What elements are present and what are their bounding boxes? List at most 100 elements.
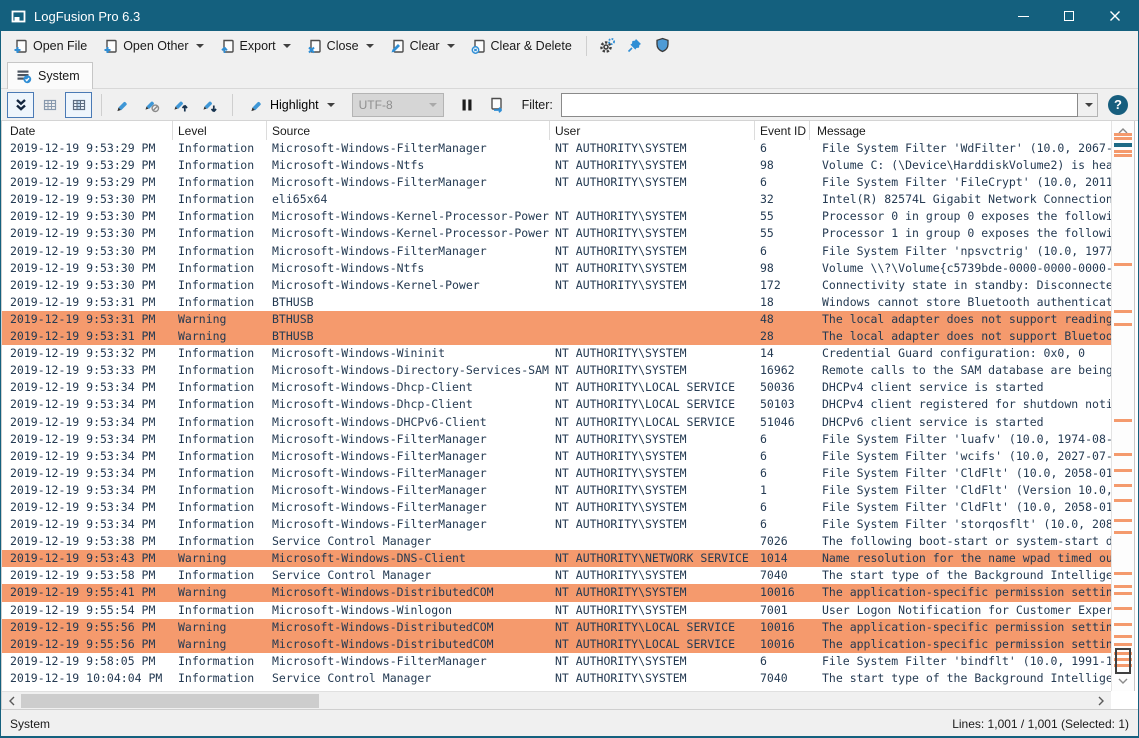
vertical-scrollbar-thumb[interactable] xyxy=(1115,648,1131,674)
cell-event-id: 55 xyxy=(755,208,810,225)
table-row[interactable]: 2019-12-19 9:53:34 PMInformationMicrosof… xyxy=(2,396,1111,413)
table-row[interactable]: 2019-12-19 9:55:41 PMWarningMicrosoft-Wi… xyxy=(2,584,1111,601)
table-row[interactable]: 2019-12-19 9:53:34 PMInformationMicrosof… xyxy=(2,465,1111,482)
pause-button[interactable] xyxy=(454,92,481,118)
settings-button[interactable] xyxy=(593,33,621,58)
scroll-mark-warning xyxy=(1114,499,1132,502)
table-row[interactable]: 2019-12-19 9:55:56 PMWarningMicrosoft-Wi… xyxy=(2,619,1111,636)
disable-highlight-button[interactable] xyxy=(138,92,165,118)
tab-system[interactable]: System xyxy=(7,62,93,89)
log-source-icon xyxy=(16,68,32,84)
table-row[interactable]: 2019-12-19 9:53:43 PMWarningMicrosoft-Wi… xyxy=(2,550,1111,567)
horizontal-scrollbar[interactable] xyxy=(2,691,1111,709)
column-header-user[interactable]: User xyxy=(550,121,755,140)
clear-label: Clear xyxy=(410,39,440,53)
chevron-left-icon xyxy=(9,696,15,706)
scroll-left-button[interactable] xyxy=(4,692,20,709)
table-row[interactable]: 2019-12-19 9:53:29 PMInformationMicrosof… xyxy=(2,140,1111,157)
cell-source: Microsoft-Windows-DHCPv6-Client xyxy=(267,414,550,431)
table-row[interactable]: 2019-12-19 9:53:31 PMWarningBTHUSB28The … xyxy=(2,328,1111,345)
minimize-button[interactable] xyxy=(1000,1,1046,31)
table-row[interactable]: 2019-12-19 9:53:34 PMInformationMicrosof… xyxy=(2,379,1111,396)
status-bar: System Lines: 1,001 / 1,001 (Selected: 1… xyxy=(1,709,1138,737)
filter-dropdown-button[interactable] xyxy=(1078,93,1098,117)
table-row[interactable]: 2019-12-19 9:53:34 PMInformationMicrosof… xyxy=(2,499,1111,516)
column-header-message[interactable]: Message xyxy=(810,121,1111,140)
table-row[interactable]: 2019-12-19 9:55:56 PMWarningMicrosoft-Wi… xyxy=(2,636,1111,653)
shield-button[interactable] xyxy=(649,33,677,58)
column-header-level[interactable]: Level xyxy=(173,121,267,140)
column-header-date[interactable]: Date xyxy=(2,121,173,140)
cell-source: Microsoft-Windows-DistributedCOM xyxy=(267,619,550,636)
table-row[interactable]: 2019-12-19 9:53:30 PMInformationMicrosof… xyxy=(2,260,1111,277)
cell-level: Information xyxy=(173,294,267,311)
column-header-source[interactable]: Source xyxy=(267,121,550,140)
pause-icon xyxy=(460,98,474,112)
table-row[interactable]: 2019-12-19 9:53:30 PMInformationeli65x64… xyxy=(2,191,1111,208)
table-row[interactable]: 2019-12-19 9:53:31 PMInformationBTHUSB18… xyxy=(2,294,1111,311)
cell-source: Microsoft-Windows-DistributedCOM xyxy=(267,636,550,653)
horizontal-scrollbar-thumb[interactable] xyxy=(21,694,319,708)
auto-scroll-button[interactable] xyxy=(7,92,34,118)
cell-date: 2019-12-19 9:53:34 PM xyxy=(2,516,173,533)
open-file-button[interactable]: Open File xyxy=(5,33,95,58)
table-row[interactable]: 2019-12-19 10:04:04 PMInformationService… xyxy=(2,670,1111,687)
table-row[interactable]: 2019-12-19 9:53:30 PMInformationMicrosof… xyxy=(2,208,1111,225)
table-row[interactable]: 2019-12-19 9:53:58 PMInformationService … xyxy=(2,567,1111,584)
grid-view-button[interactable] xyxy=(36,92,63,118)
cell-message: Remote calls to the SAM database are bei… xyxy=(810,362,1111,379)
table-row[interactable]: 2019-12-19 9:55:54 PMInformationMicrosof… xyxy=(2,602,1111,619)
cell-level: Information xyxy=(173,567,267,584)
clear-button[interactable]: Clear xyxy=(382,33,463,58)
maximize-button[interactable] xyxy=(1046,1,1092,31)
highlight-menu-button[interactable]: Highlight xyxy=(240,92,344,118)
table-row[interactable]: 2019-12-19 9:53:34 PMInformationMicrosof… xyxy=(2,516,1111,533)
clear-delete-button[interactable]: Clear & Delete xyxy=(463,33,580,58)
help-button[interactable]: ? xyxy=(1108,95,1128,115)
follow-tail-button[interactable] xyxy=(483,92,510,118)
close-log-button[interactable]: Close xyxy=(299,33,382,58)
scroll-down-button[interactable] xyxy=(1112,673,1134,689)
close-button[interactable] xyxy=(1092,1,1138,31)
cell-event-id: 50103 xyxy=(755,396,810,413)
table-row[interactable]: 2019-12-19 9:53:34 PMInformationMicrosof… xyxy=(2,431,1111,448)
vertical-scrollbar[interactable] xyxy=(1111,121,1135,691)
filter-input[interactable] xyxy=(561,93,1078,117)
prev-highlight-button[interactable] xyxy=(167,92,194,118)
column-header-event-id[interactable]: Event ID xyxy=(755,121,810,140)
minimize-icon xyxy=(1018,16,1029,17)
open-other-button[interactable]: Open Other xyxy=(95,33,211,58)
table-row[interactable]: 2019-12-19 9:53:31 PMWarningBTHUSB48The … xyxy=(2,311,1111,328)
cell-source: Microsoft-Windows-Ntfs xyxy=(267,260,550,277)
table-row[interactable]: 2019-12-19 9:53:29 PMInformationMicrosof… xyxy=(2,157,1111,174)
table-row[interactable]: 2019-12-19 9:53:34 PMInformationMicrosof… xyxy=(2,414,1111,431)
cell-user: NT AUTHORITY\SYSTEM xyxy=(550,431,755,448)
table-row[interactable]: 2019-12-19 9:53:32 PMInformationMicrosof… xyxy=(2,345,1111,362)
cell-user: NT AUTHORITY\SYSTEM xyxy=(550,567,755,584)
scroll-mark-warning xyxy=(1114,572,1132,575)
next-highlight-button[interactable] xyxy=(196,92,223,118)
cell-message: File System Filter 'luafv' (10.0, 1974-0… xyxy=(810,431,1111,448)
encoding-select: UTF-8 xyxy=(352,93,444,117)
chevron-down-icon xyxy=(366,44,374,48)
scroll-right-button[interactable] xyxy=(1093,692,1109,709)
cell-level: Information xyxy=(173,208,267,225)
cell-message: User Logon Notification for Customer Exp… xyxy=(810,602,1111,619)
cell-source: Microsoft-Windows-Winlogon xyxy=(267,602,550,619)
export-button[interactable]: Export xyxy=(212,33,299,58)
table-row[interactable]: 2019-12-19 9:53:38 PMInformationService … xyxy=(2,533,1111,550)
table-row[interactable]: 2019-12-19 9:53:34 PMInformationMicrosof… xyxy=(2,482,1111,499)
table-row[interactable]: 2019-12-19 9:58:05 PMInformationMicrosof… xyxy=(2,653,1111,670)
cell-level: Warning xyxy=(173,311,267,328)
pin-button[interactable] xyxy=(621,33,649,58)
table-row[interactable]: 2019-12-19 9:53:30 PMInformationMicrosof… xyxy=(2,243,1111,260)
cell-source: BTHUSB xyxy=(267,311,550,328)
table-row[interactable]: 2019-12-19 9:53:29 PMInformationMicrosof… xyxy=(2,174,1111,191)
table-row[interactable]: 2019-12-19 9:53:30 PMInformationMicrosof… xyxy=(2,225,1111,242)
table-row[interactable]: 2019-12-19 9:53:34 PMInformationMicrosof… xyxy=(2,448,1111,465)
table-row[interactable]: 2019-12-19 9:53:30 PMInformationMicrosof… xyxy=(2,277,1111,294)
column-layout-button[interactable] xyxy=(65,92,92,118)
cell-level: Information xyxy=(173,140,267,157)
table-row[interactable]: 2019-12-19 9:53:33 PMInformationMicrosof… xyxy=(2,362,1111,379)
add-highlight-button[interactable] xyxy=(109,92,136,118)
